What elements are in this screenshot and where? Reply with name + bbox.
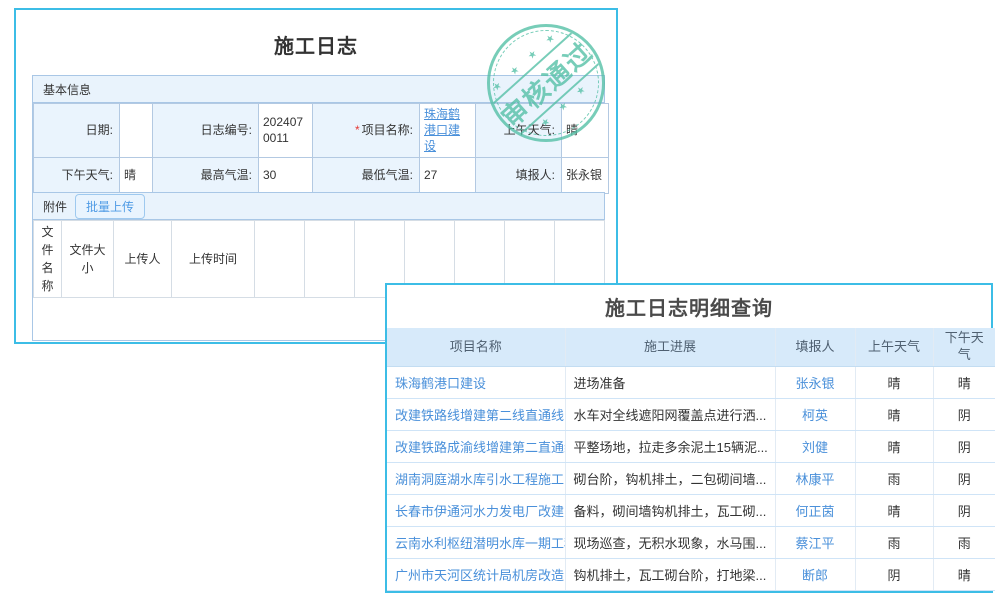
- project-link[interactable]: 珠海鹤港口建设: [395, 376, 486, 391]
- min-temp-label: 最低气温:: [313, 157, 420, 193]
- reporter-cell: 断郎: [775, 559, 855, 591]
- query-table-header-row: 项目名称 施工进展 填报人 上午天气 下午天气: [387, 328, 995, 366]
- table-row: 湖南洞庭湖水库引水工程施工 砌台阶，钩机排土，二包砌间墙... 林康平 雨 阴: [387, 463, 995, 495]
- reporter-column-header: 填报人: [775, 328, 855, 366]
- reporter-link[interactable]: 林康平: [795, 472, 834, 487]
- pm-weather-cell: 阴: [933, 399, 995, 431]
- progress-cell: 现场巡查，无积水现象，水马围...: [565, 527, 775, 559]
- project-link[interactable]: 改建铁路线增建第二线直通线: [395, 408, 564, 423]
- project-link[interactable]: 广州市天河区统计局机房改造: [395, 568, 564, 583]
- reporter-cell: 林康平: [775, 463, 855, 495]
- pm-weather-label: 下午天气:: [34, 157, 120, 193]
- reporter-link[interactable]: 断郎: [802, 568, 828, 583]
- pm-weather-cell: 阴: [933, 463, 995, 495]
- pm-weather-cell: 阴: [933, 495, 995, 527]
- file-name-column-header: 文件名称: [34, 221, 62, 298]
- project-link[interactable]: 云南水利枢纽潜明水库一期工程: [395, 536, 565, 551]
- reporter-cell: 刘健: [775, 431, 855, 463]
- log-no-value: 2024070011: [259, 104, 313, 158]
- reporter-value: 张永银: [562, 157, 609, 193]
- project-cell: 长春市伊通河水力发电厂改建: [387, 495, 565, 527]
- table-row: 长春市伊通河水力发电厂改建 备料，砌间墙钩机排土，瓦工砌... 何正茵 晴 阴: [387, 495, 995, 527]
- table-row: 珠海鹤港口建设 进场准备 张永银 晴 晴: [387, 367, 995, 399]
- file-size-column-header: 文件大小: [62, 221, 114, 298]
- pm-weather-value: 晴: [120, 157, 153, 193]
- progress-cell: 砌台阶，钩机排土，二包砌间墙...: [565, 463, 775, 495]
- max-temp-value: 30: [259, 157, 313, 193]
- progress-cell: 进场准备: [565, 367, 775, 399]
- am-weather-cell: 雨: [855, 527, 933, 559]
- empty-column-header: [305, 221, 355, 298]
- project-name-label: *项目名称:: [313, 104, 420, 158]
- project-cell: 改建铁路线增建第二线直通线: [387, 399, 565, 431]
- date-value[interactable]: [120, 104, 153, 158]
- date-label: 日期:: [34, 104, 120, 158]
- reporter-cell: 何正茵: [775, 495, 855, 527]
- attachment-header: 附件 批量上传: [33, 193, 604, 220]
- reporter-link[interactable]: 刘健: [802, 440, 828, 455]
- basic-info-header: 基本信息: [33, 76, 604, 103]
- reporter-cell: 柯英: [775, 399, 855, 431]
- empty-column-header: [255, 221, 305, 298]
- project-cell: 改建铁路成渝线增建第二直通线: [387, 431, 565, 463]
- attachment-title: 附件: [43, 198, 67, 215]
- table-row: 云南水利枢纽潜明水库一期工程 现场巡查，无积水现象，水马围... 蔡江平 雨 雨: [387, 527, 995, 559]
- pm-weather-cell: 雨: [933, 527, 995, 559]
- progress-cell: 钩机排土，瓦工砌台阶，打地梁...: [565, 559, 775, 591]
- project-link[interactable]: 湖南洞庭湖水库引水工程施工: [395, 472, 564, 487]
- project-link[interactable]: 改建铁路成渝线增建第二直通线: [395, 440, 565, 455]
- progress-column-header: 施工进展: [565, 328, 775, 366]
- project-link[interactable]: 珠海鹤港口建设: [424, 107, 460, 153]
- basic-info-row-1: 日期: 日志编号: 2024070011 *项目名称: 珠海鹤港口建设 上午天气…: [34, 104, 609, 158]
- log-no-label: 日志编号:: [153, 104, 259, 158]
- am-weather-value: 晴: [562, 104, 609, 158]
- pm-weather-cell: 晴: [933, 559, 995, 591]
- uploader-column-header: 上传人: [114, 221, 172, 298]
- project-cell: 珠海鹤港口建设: [387, 367, 565, 399]
- reporter-label: 填报人:: [476, 157, 562, 193]
- am-weather-cell: 雨: [855, 463, 933, 495]
- log-panel-title: 施工日志: [16, 10, 616, 59]
- batch-upload-button[interactable]: 批量上传: [75, 194, 145, 219]
- basic-info-row-2: 下午天气: 晴 最高气温: 30 最低气温: 27 填报人: 张永银: [34, 157, 609, 193]
- basic-info-section: 基本信息 日期: 日志编号: 2024070011 *项目名称: 珠海鹤港口建设…: [32, 75, 605, 195]
- am-weather-column-header: 上午天气: [855, 328, 933, 366]
- table-row: 改建铁路成渝线增建第二直通线 平整场地，拉走多余泥土15辆泥... 刘健 晴 阴: [387, 431, 995, 463]
- progress-cell: 平整场地，拉走多余泥土15辆泥...: [565, 431, 775, 463]
- max-temp-label: 最高气温:: [153, 157, 259, 193]
- query-panel-title: 施工日志明细查询: [387, 285, 991, 328]
- am-weather-cell: 晴: [855, 399, 933, 431]
- pm-weather-column-header: 下午天气: [933, 328, 995, 366]
- project-name-value: 珠海鹤港口建设: [420, 104, 476, 158]
- progress-cell: 备料，砌间墙钩机排土，瓦工砌...: [565, 495, 775, 527]
- required-asterisk: *: [355, 123, 360, 137]
- pm-weather-cell: 阴: [933, 431, 995, 463]
- reporter-link[interactable]: 柯英: [802, 408, 828, 423]
- reporter-link[interactable]: 何正茵: [795, 504, 834, 519]
- am-weather-cell: 晴: [855, 367, 933, 399]
- query-table: 项目名称 施工进展 填报人 上午天气 下午天气 珠海鹤港口建设 进场准备 张永银…: [387, 328, 995, 591]
- am-weather-cell: 阴: [855, 559, 933, 591]
- upload-time-column-header: 上传时间: [172, 221, 255, 298]
- project-cell: 湖南洞庭湖水库引水工程施工: [387, 463, 565, 495]
- basic-info-table: 日期: 日志编号: 2024070011 *项目名称: 珠海鹤港口建设 上午天气…: [33, 103, 609, 194]
- project-cell: 广州市天河区统计局机房改造: [387, 559, 565, 591]
- reporter-cell: 张永银: [775, 367, 855, 399]
- project-cell: 云南水利枢纽潜明水库一期工程: [387, 527, 565, 559]
- pm-weather-cell: 晴: [933, 367, 995, 399]
- project-link[interactable]: 长春市伊通河水力发电厂改建: [395, 504, 564, 519]
- am-weather-cell: 晴: [855, 431, 933, 463]
- am-weather-label: 上午天气:: [476, 104, 562, 158]
- reporter-link[interactable]: 蔡江平: [795, 536, 834, 551]
- table-row: 广州市天河区统计局机房改造 钩机排土，瓦工砌台阶，打地梁... 断郎 阴 晴: [387, 559, 995, 591]
- progress-cell: 水车对全线遮阳网覆盖点进行洒...: [565, 399, 775, 431]
- min-temp-value: 27: [420, 157, 476, 193]
- reporter-link[interactable]: 张永银: [795, 376, 834, 391]
- log-detail-query-panel: 施工日志明细查询 项目名称 施工进展 填报人 上午天气 下午天气 珠海鹤港口建设…: [385, 283, 993, 593]
- am-weather-cell: 晴: [855, 495, 933, 527]
- table-row: 改建铁路线增建第二线直通线 水车对全线遮阳网覆盖点进行洒... 柯英 晴 阴: [387, 399, 995, 431]
- reporter-cell: 蔡江平: [775, 527, 855, 559]
- project-name-column-header: 项目名称: [387, 328, 565, 366]
